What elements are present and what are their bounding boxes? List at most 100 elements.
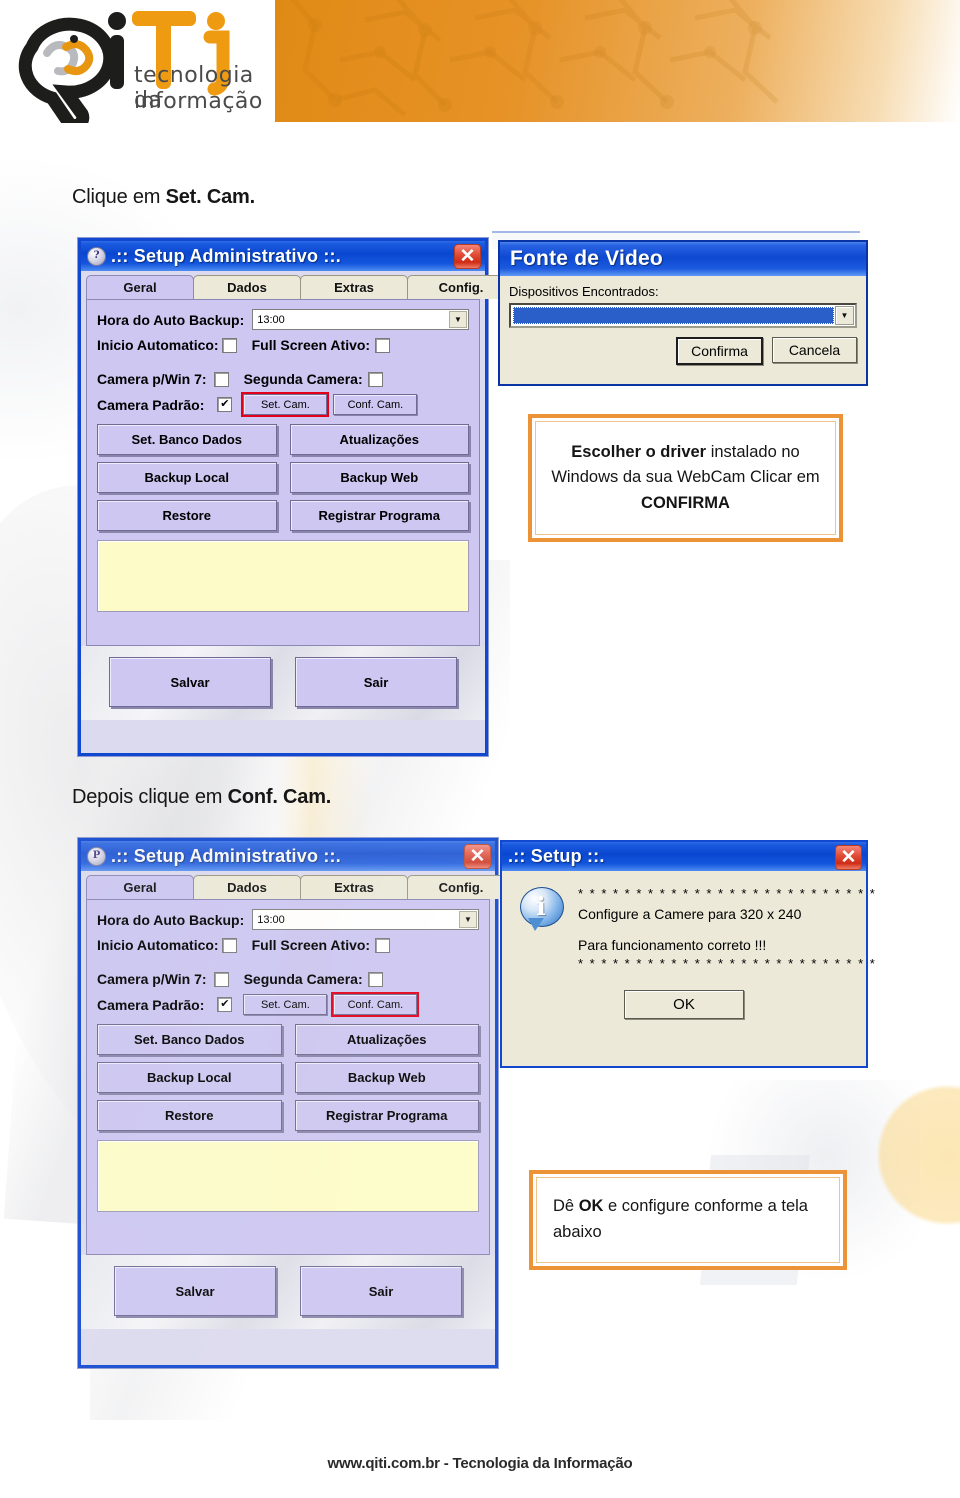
tab-strip[interactable]: Geral Dados Extras Config. bbox=[81, 871, 515, 899]
tab-geral[interactable]: Geral bbox=[86, 275, 194, 299]
help-question-icon: P bbox=[87, 846, 106, 866]
auto-backup-time-value: 13:00 bbox=[257, 913, 285, 926]
camera-padrao-row: Camera Padrão: ✔ Set. Cam. Conf. Cam. bbox=[97, 992, 479, 1017]
setup-administrativo-window-2[interactable]: P .:: Setup Administrativo ::. ✕ Geral D… bbox=[78, 838, 515, 1368]
message-line-1: Configure a Camere para 320 x 240 bbox=[578, 905, 802, 922]
backup-web-button[interactable]: Backup Web bbox=[289, 462, 469, 493]
setup-message-titlebar[interactable]: .:: Setup ::. ✕ bbox=[502, 842, 866, 871]
dispositivos-encontrados-label: Dispositivos Encontrados: bbox=[509, 284, 659, 299]
camera-padrao-checkbox[interactable]: ✔ bbox=[217, 997, 233, 1012]
step-1-caption-bold: Set. Cam. bbox=[165, 186, 256, 208]
backup-local-button[interactable]: Backup Local bbox=[97, 1062, 282, 1093]
tab-dados[interactable]: Dados bbox=[193, 275, 301, 299]
window-footer-buttons: Salvar Sair bbox=[81, 646, 485, 720]
window-titlebar[interactable]: P .:: Setup Administrativo ::. ✕ bbox=[81, 841, 495, 871]
callout-2-seg1: Dê bbox=[553, 1197, 579, 1216]
camera-padrao-checkbox[interactable]: ✔ bbox=[217, 397, 233, 412]
window-titlebar[interactable]: ? .:: Setup Administrativo ::. ✕ bbox=[81, 241, 485, 271]
close-icon[interactable]: ✕ bbox=[454, 244, 481, 269]
auto-backup-time-combo[interactable]: 13:00 ▼ bbox=[252, 909, 479, 930]
camera-padrao-label: Camera Padrão: bbox=[97, 996, 205, 1013]
tab-dados[interactable]: Dados bbox=[193, 875, 301, 899]
backup-web-button[interactable]: Backup Web bbox=[294, 1062, 479, 1093]
fonte-de-video-window[interactable]: Fonte de Video Dispositivos Encontrados:… bbox=[498, 240, 868, 386]
set-banco-dados-button[interactable]: Set. Banco Dados bbox=[97, 424, 277, 455]
segunda-camera-checkbox[interactable] bbox=[367, 971, 383, 987]
fonte-video-titlebar[interactable]: Fonte de Video bbox=[500, 242, 866, 276]
auto-backup-time-combo[interactable]: 13:00 ▼ bbox=[252, 309, 469, 330]
page-header: tecnologia da informação bbox=[0, 0, 960, 128]
camera-win7-checkbox[interactable] bbox=[213, 971, 229, 987]
step-2-caption-text: Depois clique em bbox=[72, 786, 228, 808]
camera-win7-checkbox[interactable] bbox=[213, 371, 229, 387]
background-watermark-right-yellow bbox=[845, 1080, 960, 1230]
sair-button[interactable]: Sair bbox=[300, 1266, 462, 1316]
inicio-automatico-checkbox[interactable] bbox=[221, 337, 237, 353]
auto-backup-label: Hora do Auto Backup: bbox=[97, 911, 245, 928]
registrar-programa-button[interactable]: Registrar Programa bbox=[289, 500, 469, 531]
set-banco-dados-button[interactable]: Set. Banco Dados bbox=[97, 1024, 282, 1055]
window-title: .:: Setup Administrativo ::. bbox=[111, 245, 341, 266]
auto-backup-row: Hora do Auto Backup: 13:00 ▼ bbox=[97, 309, 469, 330]
window-title: .:: Setup Administrativo ::. bbox=[111, 845, 341, 866]
inicio-fullscreen-row: Inicio Automatico: Full Screen Ativo: bbox=[97, 337, 469, 353]
restore-button[interactable]: Restore bbox=[97, 1100, 282, 1131]
status-memo-field[interactable] bbox=[97, 540, 469, 612]
salvar-button[interactable]: Salvar bbox=[109, 657, 271, 707]
ok-button[interactable]: OK bbox=[624, 990, 744, 1020]
tab-strip[interactable]: Geral Dados Extras Config. bbox=[81, 271, 515, 299]
restore-button[interactable]: Restore bbox=[97, 500, 277, 531]
chevron-down-icon[interactable]: ▼ bbox=[449, 311, 467, 328]
salvar-button[interactable]: Salvar bbox=[114, 1266, 276, 1316]
full-screen-label: Full Screen Ativo: bbox=[251, 337, 371, 353]
tab-geral[interactable]: Geral bbox=[86, 875, 194, 899]
close-icon[interactable]: ✕ bbox=[464, 844, 491, 869]
setup-message-window[interactable]: .:: Setup ::. ✕ i * * * * * * * * * * * … bbox=[500, 840, 875, 1068]
status-memo-field[interactable] bbox=[97, 1140, 479, 1212]
camera-win7-row: Camera p/Win 7: Segunda Camera: bbox=[97, 971, 479, 987]
sair-button[interactable]: Sair bbox=[295, 657, 457, 707]
conf-cam-button[interactable]: Conf. Cam. bbox=[331, 992, 420, 1017]
backup-local-button[interactable]: Backup Local bbox=[97, 462, 277, 493]
fonte-video-buttons: Confirma Cancela bbox=[509, 337, 857, 365]
page-footer: www.qiti.com.br - Tecnologia da Informaç… bbox=[327, 1455, 633, 1472]
tab-extras[interactable]: Extras bbox=[300, 275, 408, 299]
conf-cam-button[interactable]: Conf. Cam. bbox=[333, 394, 418, 415]
registrar-programa-button[interactable]: Registrar Programa bbox=[294, 1100, 479, 1131]
step-1-caption-text: Clique em bbox=[72, 186, 166, 208]
camera-win7-label: Camera p/Win 7: bbox=[97, 371, 207, 387]
cancela-button[interactable]: Cancela bbox=[772, 337, 857, 363]
dispositivos-encontrados-combo[interactable]: ▼ bbox=[509, 303, 857, 328]
tab-config[interactable]: Config. bbox=[407, 875, 515, 899]
tab-extras[interactable]: Extras bbox=[300, 875, 408, 899]
segunda-camera-checkbox[interactable] bbox=[367, 371, 383, 387]
action-button-grid: Set. Banco Dados Atualizações Backup Loc… bbox=[97, 1024, 479, 1131]
inicio-automatico-checkbox[interactable] bbox=[221, 937, 237, 953]
message-stars-top: * * * * * * * * * * * * * * * * * * * * … bbox=[578, 886, 877, 901]
full-screen-checkbox[interactable] bbox=[375, 937, 391, 953]
set-cam-button[interactable]: Set. Cam. bbox=[241, 392, 330, 417]
setup-message-text: * * * * * * * * * * * * * * * * * * * * … bbox=[578, 885, 876, 974]
camera-padrao-row: Camera Padrão: ✔ Set. Cam. Conf. Cam. bbox=[97, 392, 469, 417]
help-question-icon: ? bbox=[87, 246, 106, 266]
atualizacoes-button[interactable]: Atualizações bbox=[294, 1024, 479, 1055]
callout-inner-border: Escolher o driver instalado no Windows d… bbox=[535, 421, 836, 535]
callout-1-seg1: Escolher o driver bbox=[571, 442, 707, 461]
atualizacoes-button[interactable]: Atualizações bbox=[289, 424, 469, 455]
auto-backup-label: Hora do Auto Backup: bbox=[97, 311, 245, 328]
setup-administrativo-window-1[interactable]: ? .:: Setup Administrativo ::. ✕ Geral D… bbox=[78, 238, 515, 756]
callout-1-seg3: CONFIRMA bbox=[641, 493, 730, 512]
chevron-down-icon[interactable]: ▼ bbox=[459, 911, 477, 928]
fonte-video-title: Fonte de Video bbox=[510, 247, 663, 270]
check-icon: ✔ bbox=[220, 398, 230, 410]
message-line-2: Para funcionamento correto !!! bbox=[578, 937, 767, 954]
window-footer-buttons: Salvar Sair bbox=[81, 1255, 495, 1329]
fonte-video-body: Dispositivos Encontrados: ▼ Confirma Can… bbox=[500, 276, 866, 374]
segunda-camera-label: Segunda Camera: bbox=[243, 371, 363, 387]
full-screen-checkbox[interactable] bbox=[375, 337, 391, 353]
confirma-button[interactable]: Confirma bbox=[676, 337, 763, 365]
chevron-down-icon[interactable]: ▼ bbox=[835, 306, 854, 325]
set-cam-button[interactable]: Set. Cam. bbox=[243, 994, 328, 1015]
step-2-caption-bold: Conf. Cam. bbox=[227, 786, 332, 808]
close-icon[interactable]: ✕ bbox=[835, 845, 862, 870]
